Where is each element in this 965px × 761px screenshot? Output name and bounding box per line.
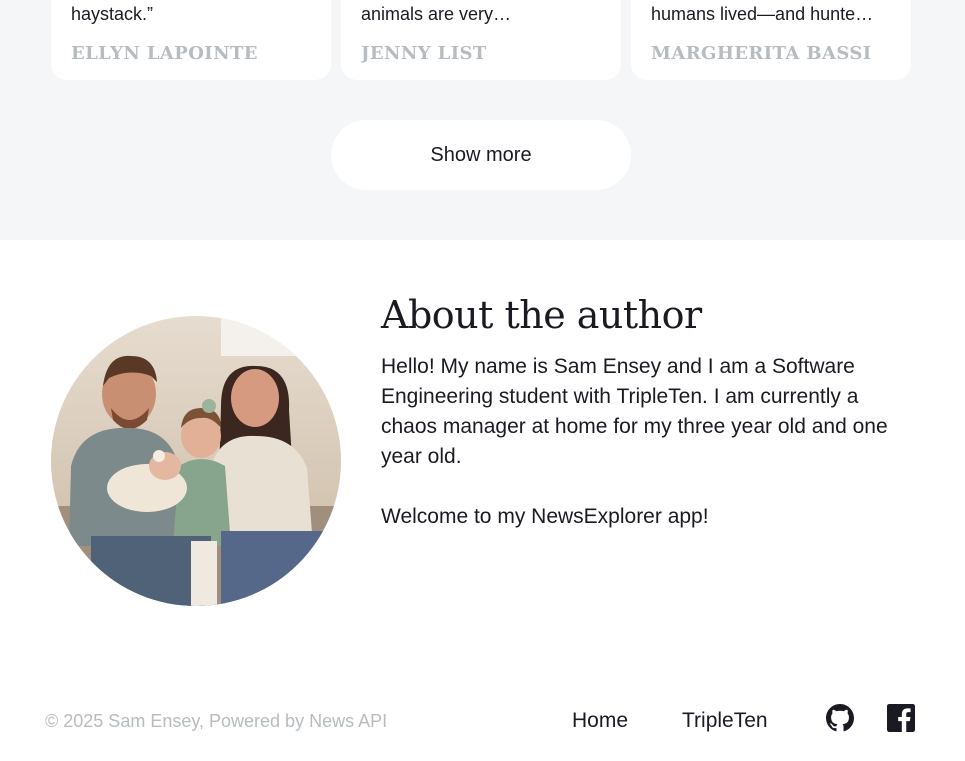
news-card-snippet: humans lived—and hunte… <box>651 4 874 24</box>
facebook-icon[interactable] <box>887 704 915 732</box>
show-more-button[interactable]: Show more <box>331 120 631 190</box>
news-card-source: Ellyn Lapointe <box>71 43 258 64</box>
news-card-snippet: animals are very… <box>361 4 512 24</box>
news-card[interactable]: humans lived—and hunte… Margherita Bassi <box>631 0 911 80</box>
about-author-section: About the author Hello! My name is Sam E… <box>0 240 965 680</box>
news-card-source: Margherita Bassi <box>651 43 872 64</box>
news-card[interactable]: animals are very… Jenny List <box>341 0 621 80</box>
news-card-snippet: haystack.” <box>71 4 154 24</box>
copyright-text: © 2025 Sam Ensey, Powered by News API <box>45 711 388 731</box>
about-paragraph: Hello! My name is Sam Ensey and I am a S… <box>381 355 888 468</box>
news-card-source: Jenny List <box>361 43 487 64</box>
footer: © 2025 Sam Ensey, Powered by News API Ho… <box>0 680 965 761</box>
author-photo <box>51 316 341 606</box>
github-icon[interactable] <box>826 704 854 732</box>
about-title: About the author <box>381 293 702 337</box>
footer-link-home[interactable]: Home <box>572 709 628 733</box>
about-paragraph: Welcome to my NewsExplorer app! <box>381 505 709 528</box>
about-description: Hello! My name is Sam Ensey and I am a S… <box>381 352 911 532</box>
news-card[interactable]: haystack.” Ellyn Lapointe <box>51 0 331 80</box>
search-results-section: haystack.” Ellyn Lapointe animals are ve… <box>0 0 965 240</box>
footer-link-tripleten[interactable]: TripleTen <box>682 709 768 733</box>
